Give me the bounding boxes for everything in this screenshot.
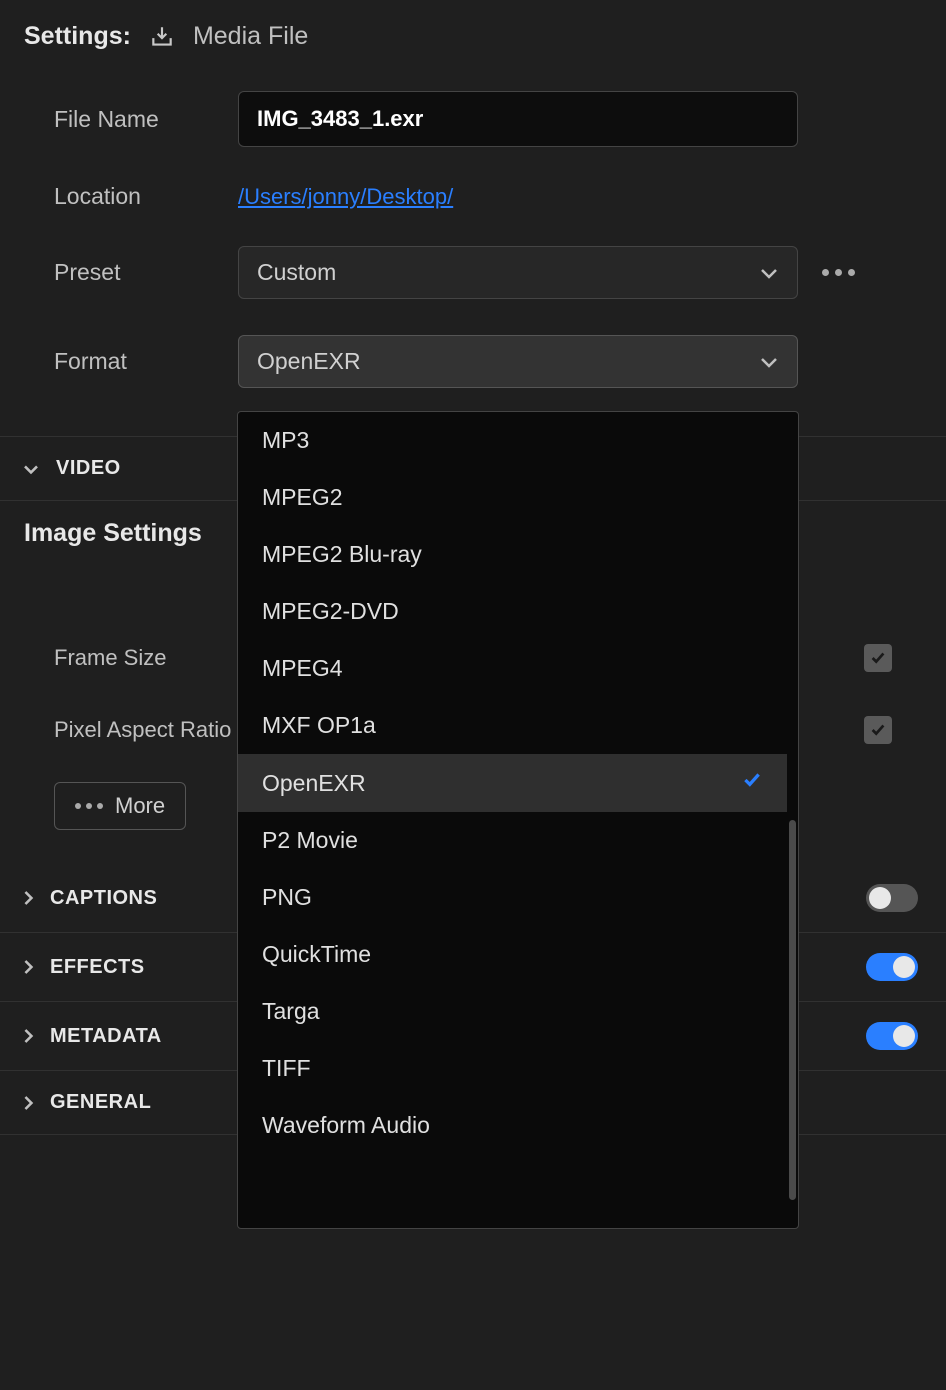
location-label: Location (54, 183, 238, 210)
settings-title: Settings: (24, 22, 131, 51)
format-option-label: MPEG4 (262, 655, 343, 682)
format-option[interactable]: QuickTime (238, 926, 787, 983)
format-option[interactable]: MPEG4 (238, 640, 787, 697)
format-option-label: MP3 (262, 427, 309, 454)
format-option[interactable]: MP3 (238, 412, 787, 469)
pixel-aspect-checkbox[interactable] (864, 716, 892, 744)
preset-label: Preset (54, 259, 238, 286)
media-file-label: Media File (193, 22, 308, 51)
check-icon (741, 769, 763, 797)
section-captions-title: CAPTIONS (50, 887, 157, 910)
preset-more-menu[interactable] (822, 269, 855, 276)
section-video-title: VIDEO (56, 457, 121, 480)
chevron-down-icon (759, 355, 779, 369)
format-option-label: OpenEXR (262, 770, 366, 797)
section-metadata-title: METADATA (50, 1025, 162, 1048)
format-dropdown: MP3 MPEG2 MPEG2 Blu-ray MPEG2-DVD MPEG4 MXF O… (237, 411, 799, 1229)
chevron-right-icon[interactable] (22, 1094, 34, 1112)
format-label: Format (54, 348, 238, 375)
frame-size-checkbox[interactable] (864, 644, 892, 672)
format-option[interactable]: PNG (238, 869, 787, 926)
chevron-down-icon (759, 266, 779, 280)
format-option-label: QuickTime (262, 941, 371, 968)
chevron-right-icon[interactable] (22, 1027, 34, 1045)
pixel-aspect-label: Pixel Aspect Ratio (54, 717, 238, 743)
section-general-title: GENERAL (50, 1091, 151, 1114)
export-icon[interactable] (149, 24, 175, 50)
format-option-label: MPEG2-DVD (262, 598, 399, 625)
format-option-label: MPEG2 Blu-ray (262, 541, 422, 568)
format-option[interactable]: Waveform Audio (238, 1097, 787, 1154)
dots-icon (75, 803, 103, 809)
effects-toggle[interactable] (866, 953, 918, 981)
preset-value: Custom (257, 259, 336, 286)
chevron-down-icon[interactable] (22, 463, 40, 475)
format-option-label: Waveform Audio (262, 1112, 430, 1139)
format-option[interactable]: MPEG2-DVD (238, 583, 787, 640)
file-name-input[interactable] (238, 91, 798, 147)
format-option[interactable]: MPEG2 (238, 469, 787, 526)
scrollbar-thumb[interactable] (789, 820, 796, 1200)
format-option[interactable]: OpenEXR (238, 754, 787, 812)
format-option[interactable]: TIFF (238, 1040, 787, 1097)
section-effects-title: EFFECTS (50, 956, 145, 979)
format-option-label: P2 Movie (262, 827, 358, 854)
chevron-right-icon[interactable] (22, 889, 34, 907)
more-button[interactable]: More (54, 782, 186, 830)
chevron-right-icon[interactable] (22, 958, 34, 976)
format-option[interactable]: MPEG2 Blu-ray (238, 526, 787, 583)
format-value: OpenEXR (257, 348, 361, 375)
file-name-label: File Name (54, 106, 238, 133)
frame-size-label: Frame Size (54, 645, 238, 671)
format-option-label: TIFF (262, 1055, 311, 1082)
format-option-label: MXF OP1a (262, 712, 376, 739)
format-option-label: PNG (262, 884, 312, 911)
metadata-toggle[interactable] (866, 1022, 918, 1050)
more-label: More (115, 793, 165, 819)
captions-toggle[interactable] (866, 884, 918, 912)
format-option[interactable]: P2 Movie (238, 812, 787, 869)
preset-select[interactable]: Custom (238, 246, 798, 299)
format-option[interactable]: Targa (238, 983, 787, 1040)
format-select[interactable]: OpenEXR (238, 335, 798, 388)
dropdown-scrollbar[interactable] (787, 412, 798, 1228)
location-link[interactable]: /Users/jonny/Desktop/ (238, 184, 453, 210)
format-option-label: Targa (262, 998, 320, 1025)
format-option[interactable]: MXF OP1a (238, 697, 787, 754)
format-option-label: MPEG2 (262, 484, 343, 511)
